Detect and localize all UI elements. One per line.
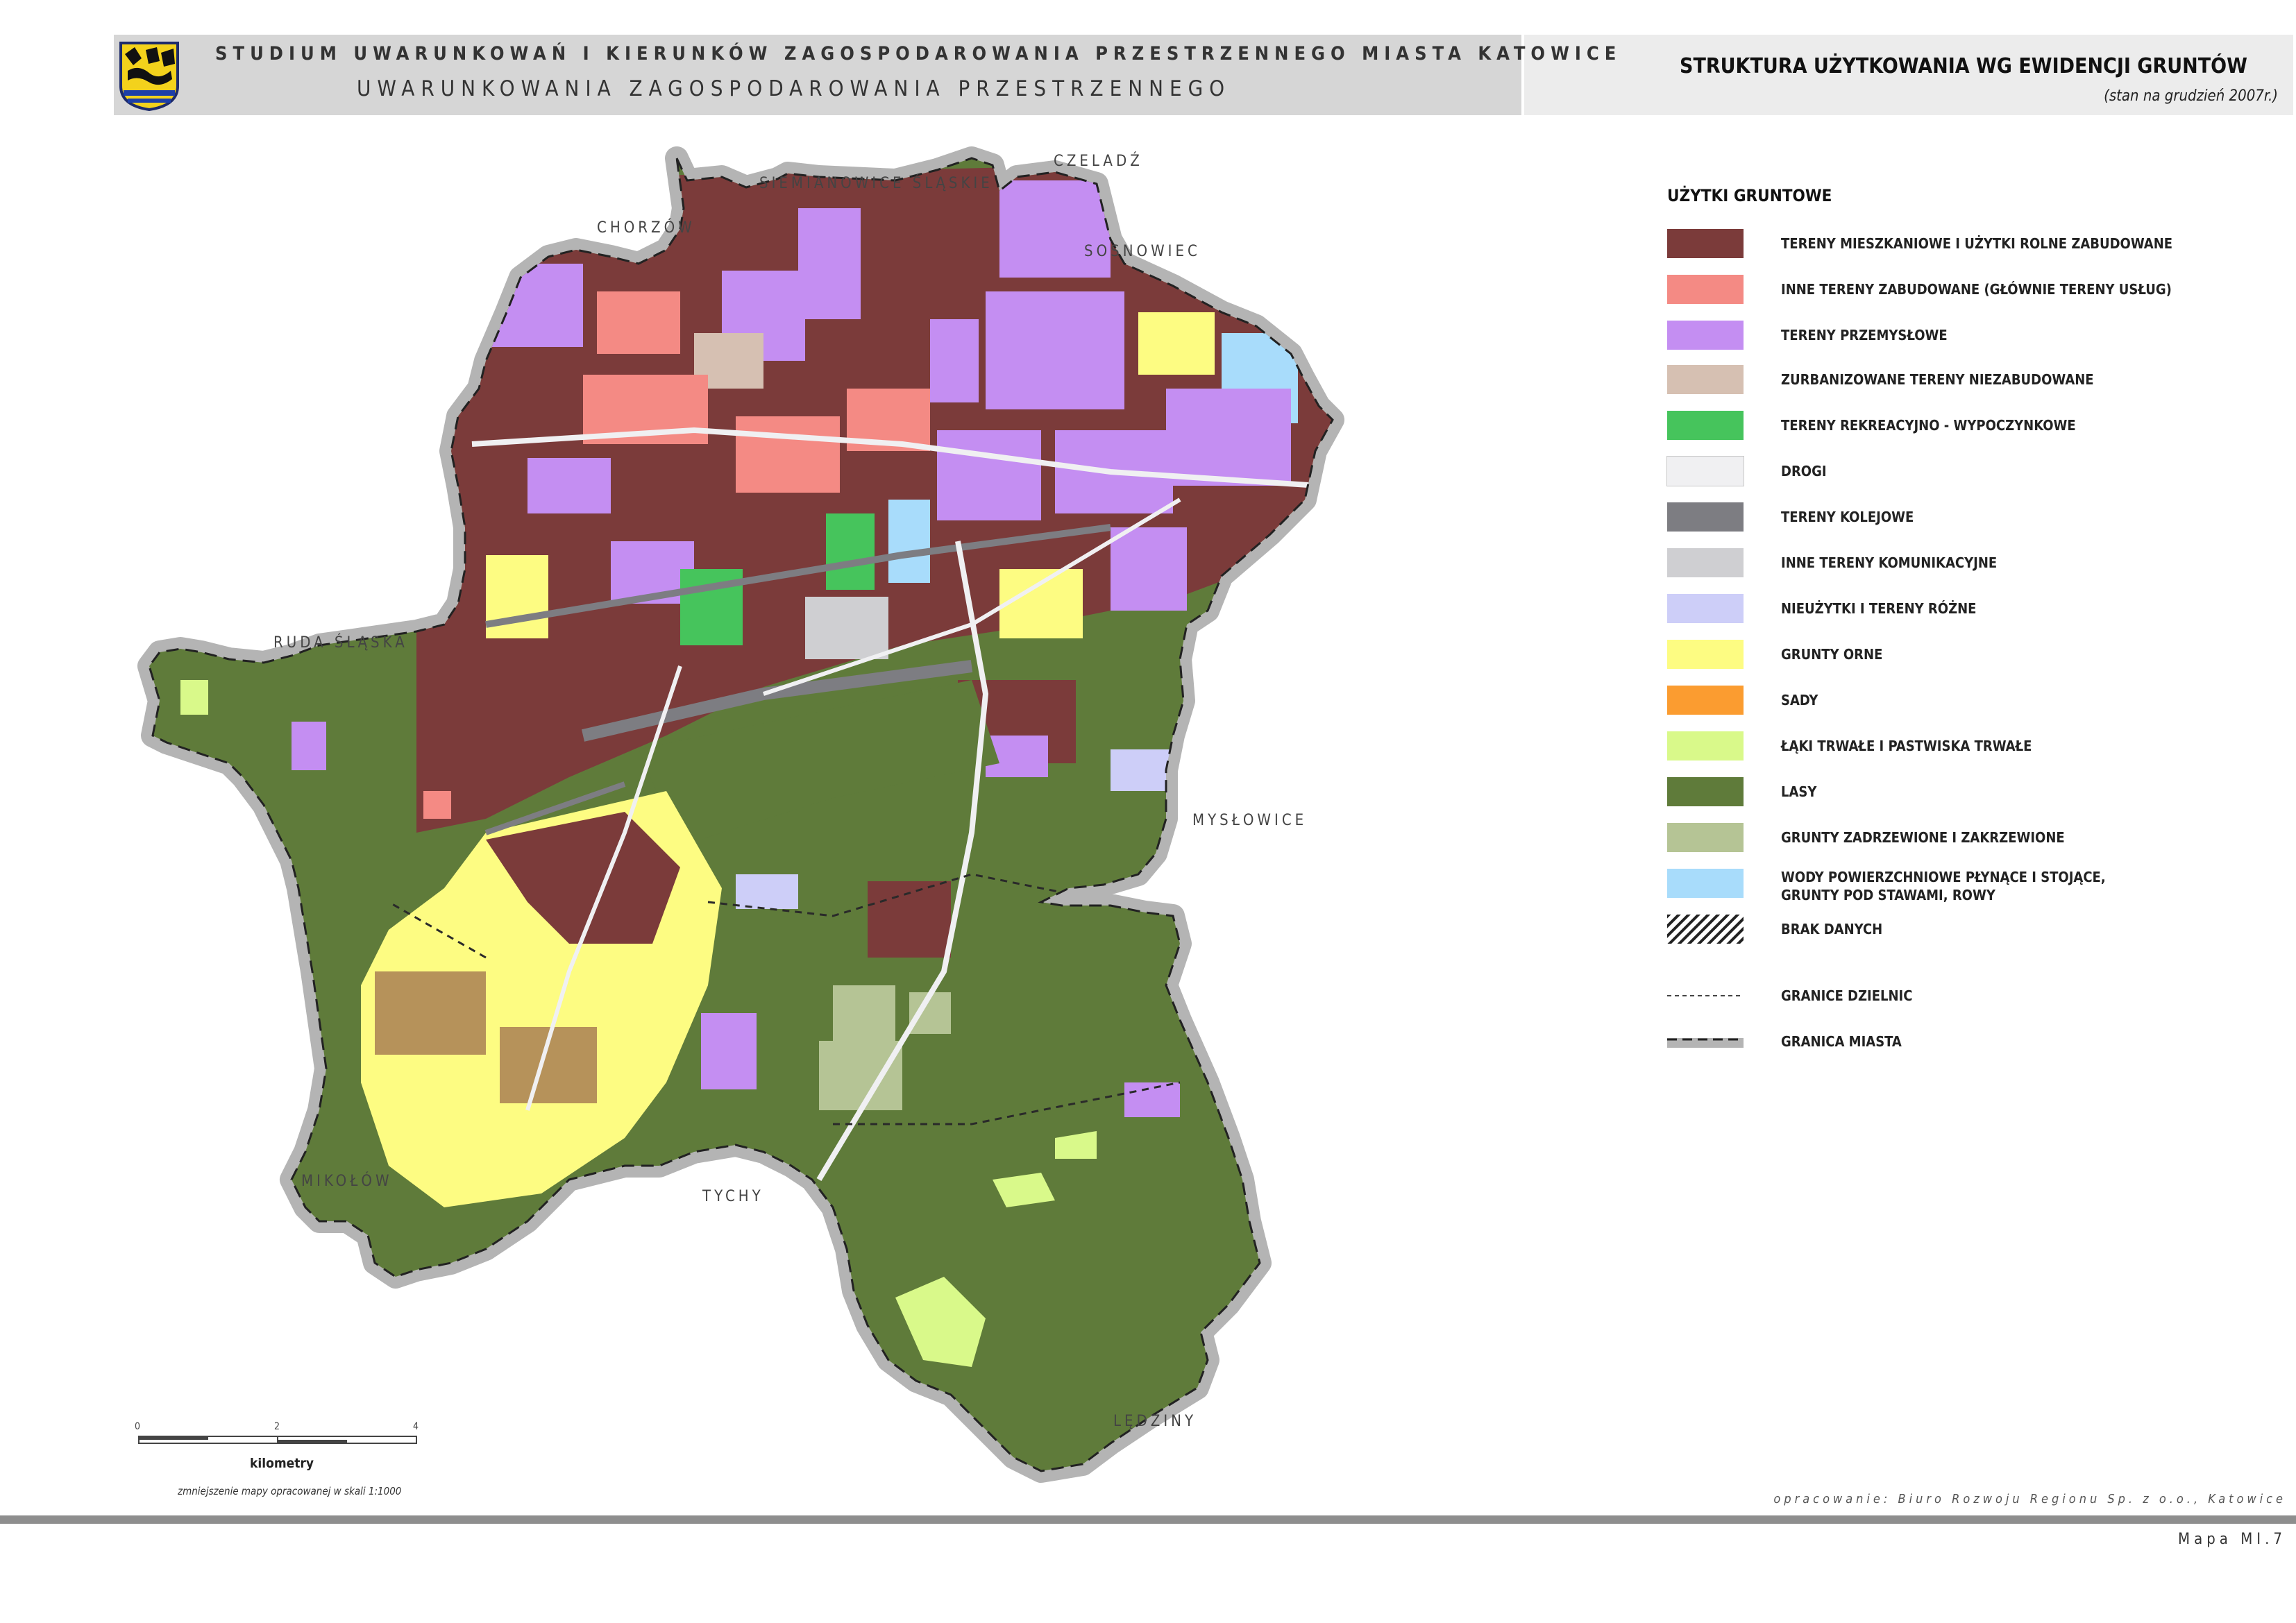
- scale-tick-2: 2: [274, 1421, 280, 1432]
- scale-note: zmniejszenie mapy opracowanej w skali 1:…: [178, 1485, 402, 1497]
- legend-item-no-data: BRAK DANYCH: [1667, 915, 2264, 945]
- city-label-czeladz: CZELADŹ: [1054, 153, 1143, 170]
- city-label-ledziny: LĘDZINY: [1113, 1413, 1197, 1430]
- legend-item-city-boundary: GRANICA MIASTA: [1667, 1027, 2264, 1057]
- scale-bar: [138, 1436, 417, 1444]
- city-label-ruda: RUDA ŚLĄSKA: [273, 634, 408, 652]
- legend-swatch: [1667, 823, 1744, 852]
- legend-swatch: [1667, 365, 1744, 394]
- legend-swatch: [1667, 594, 1744, 623]
- legend-swatch: [1666, 456, 1744, 486]
- scale-unit: kilometry: [250, 1456, 314, 1471]
- legend-swatch: [1667, 321, 1744, 350]
- legend-item-residential: TERENY MIESZKANIOWE I UŻYTKI ROLNE ZABUD…: [1667, 229, 2264, 260]
- legend-item-urbanized-unbuilt: ZURBANIZOWANE TERENY NIEZABUDOWANE: [1667, 365, 2264, 396]
- legend-item-meadows: ŁĄKI TRWAŁE I PASTWISKA TRWAŁE: [1667, 731, 2264, 762]
- city-boundary-line-icon: [1667, 1038, 1744, 1048]
- city-label-myslowice: MYSŁOWICE: [1192, 812, 1308, 829]
- legend-swatch: [1667, 411, 1744, 440]
- legend-item-wooded: GRUNTY ZADRZEWIONE I ZAKRZEWIONE: [1667, 823, 2264, 853]
- dashed-line-icon: [1667, 995, 1744, 996]
- city-label-tychy: TYCHY: [702, 1188, 764, 1205]
- hatch-swatch-icon: [1667, 915, 1744, 944]
- city-label-chorzow: CHORZÓW: [597, 219, 695, 237]
- legend-swatch: [1667, 640, 1744, 669]
- city-label-siemianowice: SIEMIANOWICE ŚLĄSKIE: [759, 175, 993, 192]
- legend-item-roads: DROGI: [1666, 456, 2264, 487]
- scale-tick-0: 0: [135, 1421, 141, 1432]
- legend-swatch: [1667, 502, 1744, 532]
- footer-divider: [0, 1515, 2296, 1524]
- legend-item-railway: TERENY KOLEJOWE: [1667, 502, 2264, 533]
- legend-item-district-boundary: GRANICE DZIELNIC: [1667, 981, 2264, 1012]
- legend-item-other-transport: INNE TERENY KOMUNIKACYJNE: [1667, 548, 2264, 579]
- legend-item-forest: LASY: [1667, 777, 2264, 808]
- legend-swatch: [1667, 869, 1744, 898]
- legend-item-recreation: TERENY REKREACYJNO - WYPOCZYNKOWE: [1667, 411, 2264, 441]
- legend-item-industrial: TERENY PRZEMYSŁOWE: [1667, 321, 2264, 351]
- legend-item-water: WODY POWIERZCHNIOWE PŁYNĄCE I STOJĄCE, G…: [1667, 869, 2264, 910]
- city-label-mikolow: MIKOŁÓW: [301, 1173, 393, 1190]
- legend-swatch: [1667, 777, 1744, 806]
- map-number: Mapa MI.7: [2178, 1531, 2286, 1548]
- legend-item-wasteland: NIEUŻYTKI I TERENY RÓŻNE: [1667, 594, 2264, 624]
- credits: opracowanie: Biuro Rozwoju Regionu Sp. z…: [1773, 1492, 2286, 1506]
- legend-swatch: [1667, 548, 1744, 577]
- legend-swatch: [1667, 686, 1744, 715]
- legend-swatch: [1667, 229, 1744, 258]
- legend-item-other-built: INNE TERENY ZABUDOWANE (GŁÓWNIE TERENY U…: [1667, 275, 2264, 305]
- scale-tick-4: 4: [413, 1421, 419, 1432]
- city-label-sosnowiec: SOSNOWIEC: [1084, 243, 1201, 260]
- legend-swatch: [1667, 275, 1744, 304]
- legend-swatch: [1667, 731, 1744, 760]
- legend-heading: UŻYTKI GRUNTOWE: [1667, 186, 1832, 205]
- legend-item-arable: GRUNTY ORNE: [1667, 640, 2264, 670]
- legend-item-orchards: SADY: [1667, 686, 2264, 716]
